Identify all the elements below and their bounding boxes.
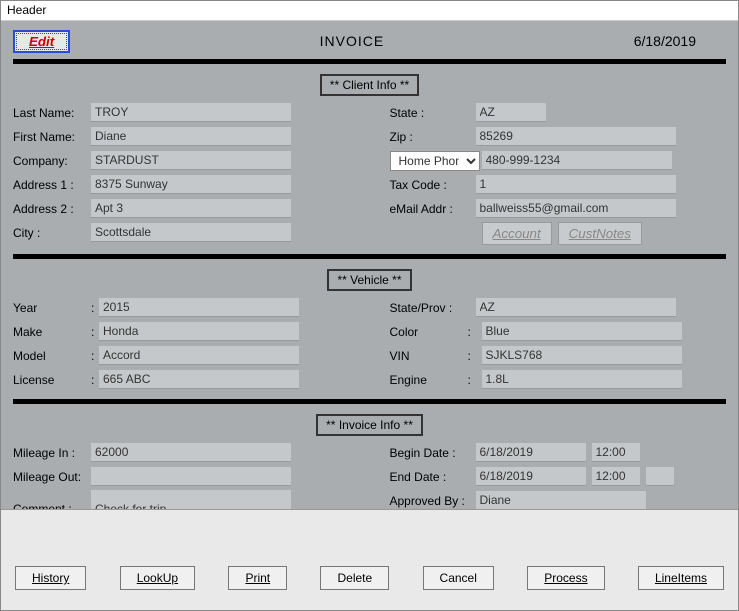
invoice-section-header: ** Invoice Info ** — [13, 414, 726, 436]
client-col-right: State : Zip : Home Phone Tax Code : eMai… — [390, 102, 727, 248]
model-field[interactable] — [99, 346, 299, 365]
invoice-window: Header Edit INVOICE 6/18/2019 ** Client … — [0, 0, 739, 611]
custnotes-button: CustNotes — [558, 222, 642, 245]
mileageout-field[interactable] — [91, 467, 291, 486]
divider — [13, 59, 726, 64]
email-field[interactable] — [476, 199, 676, 218]
vehicle-section-header: ** Vehicle ** — [13, 269, 726, 291]
invoice-columns: Mileage In : Mileage Out: Comment : Begi… — [13, 442, 726, 509]
address1-field[interactable] — [91, 175, 291, 194]
begindate-field[interactable] — [476, 443, 586, 462]
company-field[interactable] — [91, 151, 291, 170]
comment-field[interactable] — [91, 490, 291, 509]
begindate-label: Begin Date : — [390, 446, 476, 460]
state-label: State : — [390, 106, 476, 120]
page-title: INVOICE — [70, 33, 634, 49]
license-label: License — [13, 373, 91, 387]
header-date: 6/18/2019 — [634, 33, 726, 49]
account-button: Account — [482, 222, 552, 245]
taxcode-field[interactable] — [476, 175, 676, 194]
vehicle-col-left: Year: Make: Model: License: — [13, 297, 350, 393]
invoice-col-right: Begin Date : End Date : Approved By : — [390, 442, 727, 509]
company-label: Company: — [13, 154, 91, 168]
mileagein-field[interactable] — [91, 443, 291, 462]
lookup-button[interactable]: LookUp — [120, 566, 195, 590]
divider — [13, 399, 726, 404]
stateprov-label: State/Prov : — [390, 301, 476, 315]
year-field[interactable] — [99, 298, 299, 317]
phone-field[interactable] — [482, 151, 672, 170]
engine-label: Engine — [390, 373, 468, 387]
footer: History LookUp Print Delete Cancel Proce… — [1, 509, 738, 610]
header-row: Edit INVOICE 6/18/2019 — [13, 29, 726, 53]
vin-label: VIN — [390, 349, 468, 363]
endtime-field[interactable] — [592, 467, 640, 486]
comment-label: Comment : — [13, 502, 91, 509]
form-area: Edit INVOICE 6/18/2019 ** Client Info **… — [1, 21, 738, 509]
client-section-header: ** Client Info ** — [13, 74, 726, 96]
lastname-field[interactable] — [91, 103, 291, 122]
stateprov-field[interactable] — [476, 298, 676, 317]
color-field[interactable] — [482, 322, 682, 341]
vehicle-col-right: State/Prov : Color: VIN: Engine: — [390, 297, 727, 393]
vehicle-section-label: ** Vehicle ** — [327, 269, 411, 291]
begintime-field[interactable] — [592, 443, 640, 462]
invoice-section-label: ** Invoice Info ** — [316, 414, 423, 436]
mileagein-label: Mileage In : — [13, 446, 91, 460]
vin-field[interactable] — [482, 346, 682, 365]
enddate-extra-field[interactable] — [646, 467, 674, 486]
approvedby-label: Approved By : — [390, 494, 476, 508]
color-label: Color — [390, 325, 468, 339]
email-label: eMail Addr : — [390, 202, 476, 216]
city-label: City : — [13, 226, 91, 240]
model-label: Model — [13, 349, 91, 363]
lastname-label: Last Name: — [13, 106, 91, 120]
history-button[interactable]: History — [15, 566, 86, 590]
firstname-label: First Name: — [13, 130, 91, 144]
divider — [13, 254, 726, 259]
process-button[interactable]: Process — [527, 566, 604, 590]
window-title: Header — [1, 1, 738, 21]
phonetype-select[interactable]: Home Phone — [390, 151, 480, 171]
address2-field[interactable] — [91, 199, 291, 218]
enddate-label: End Date : — [390, 470, 476, 484]
engine-field[interactable] — [482, 370, 682, 389]
address1-label: Address 1 : — [13, 178, 91, 192]
make-label: Make — [13, 325, 91, 339]
address2-label: Address 2 : — [13, 202, 91, 216]
edit-button[interactable]: Edit — [13, 30, 70, 53]
approvedby-field[interactable] — [476, 491, 646, 509]
year-label: Year — [13, 301, 91, 315]
make-field[interactable] — [99, 322, 299, 341]
delete-button[interactable]: Delete — [320, 566, 389, 590]
footer-buttons: History LookUp Print Delete Cancel Proce… — [15, 530, 724, 590]
enddate-field[interactable] — [476, 467, 586, 486]
lineitems-button[interactable]: LineItems — [638, 566, 724, 590]
zip-field[interactable] — [476, 127, 676, 146]
cancel-button[interactable]: Cancel — [423, 566, 494, 590]
client-col-left: Last Name: First Name: Company: Address … — [13, 102, 350, 248]
license-field[interactable] — [99, 370, 299, 389]
client-columns: Last Name: First Name: Company: Address … — [13, 102, 726, 248]
zip-label: Zip : — [390, 130, 476, 144]
client-section-label: ** Client Info ** — [320, 74, 419, 96]
vehicle-columns: Year: Make: Model: License: State/Prov :… — [13, 297, 726, 393]
taxcode-label: Tax Code : — [390, 178, 476, 192]
mileageout-label: Mileage Out: — [13, 470, 91, 484]
print-button[interactable]: Print — [228, 566, 287, 590]
firstname-field[interactable] — [91, 127, 291, 146]
state-field[interactable] — [476, 103, 546, 122]
city-field[interactable] — [91, 223, 291, 242]
invoice-col-left: Mileage In : Mileage Out: Comment : — [13, 442, 350, 509]
